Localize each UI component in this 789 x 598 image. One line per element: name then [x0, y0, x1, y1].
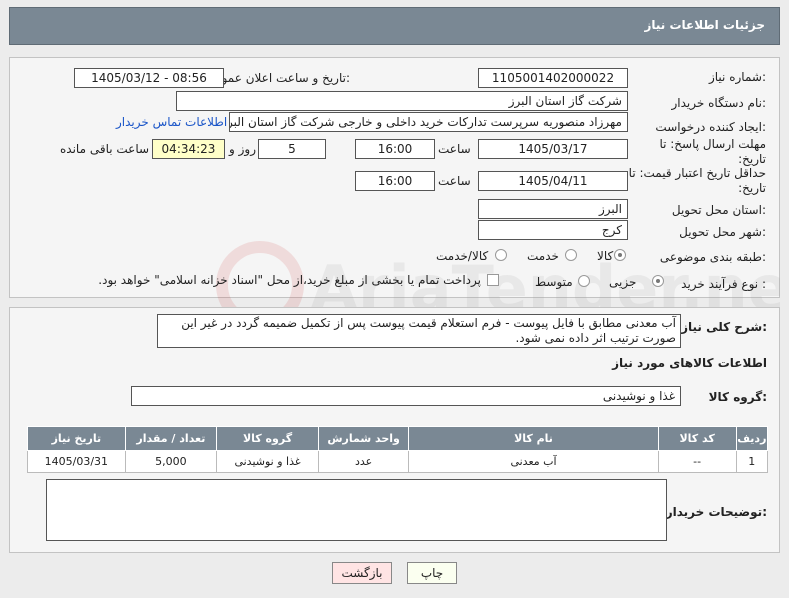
validity-time-field: 16:00 — [355, 171, 435, 191]
validity-time-label: ساعت — [438, 174, 471, 188]
creator-label: ایجاد کننده درخواست: — [655, 120, 766, 134]
reply-time-label: ساعت — [438, 142, 471, 156]
cell-goods-name: آب معدنی — [408, 450, 659, 473]
buyer-notes-textarea[interactable] — [46, 479, 667, 541]
category-label: طبقه بندی موضوعی: — [659, 250, 766, 264]
need-number-label: شماره نیاز: — [708, 70, 766, 84]
need-number-field: 1105001402000022 — [478, 68, 628, 88]
buyer-org-field: شرکت گاز استان البرز — [176, 91, 628, 111]
col-goods-group: گروه کالا — [216, 426, 319, 451]
category-goods-radio[interactable] — [614, 249, 626, 261]
description-textarea[interactable]: آب معدنی مطابق با فایل پیوست - فرم استعل… — [157, 314, 681, 348]
col-quantity: تعداد / مقدار — [124, 426, 218, 451]
col-goods-code: کد کالا — [657, 426, 737, 451]
purchase-small-label: جزیی — [609, 275, 637, 289]
goods-group-field: غذا و نوشیدنی — [131, 386, 681, 406]
time-remaining-field: 04:34:23 — [152, 139, 225, 159]
reply-deadline-label: مهلت ارسال پاسخ: تا تاریخ: — [659, 137, 766, 166]
days-remaining-field: 5 — [258, 139, 326, 159]
creator-field: مهرزاد منصوریه سرپرست تدارکات خرید داخلی… — [229, 112, 628, 132]
category-goods-label: کالا — [597, 249, 614, 263]
goods-table: ردیف کد کالا نام کالا واحد شمارش گروه کا… — [27, 426, 769, 473]
category-goods-service-radio[interactable] — [495, 249, 507, 261]
announce-date-field: 1405/03/12 - 08:56 — [74, 68, 224, 88]
buyer-notes-label: توضیحات خریدار: — [665, 505, 767, 519]
validity-date-field: 1405/04/11 — [478, 171, 628, 191]
announce-date-label: تاریخ و ساعت اعلان عمومی: — [205, 71, 350, 85]
goods-group-label: گروه کالا: — [708, 390, 767, 404]
purchase-medium-radio[interactable] — [578, 275, 590, 287]
city-field: کرج — [478, 220, 628, 240]
goods-section-title: اطلاعات کالاهای مورد نیاز — [612, 356, 767, 370]
purchase-type-label: نوع فرآیند خرید : — [681, 277, 766, 291]
cell-goods-code: -- — [657, 450, 737, 473]
treasury-payment-checkbox[interactable] — [487, 274, 499, 286]
reply-time-field: 16:00 — [355, 139, 435, 159]
goods-table-header: ردیف کد کالا نام کالا واحد شمارش گروه کا… — [27, 426, 769, 451]
cell-unit: عدد — [317, 450, 410, 473]
purchase-medium-label: متوسط — [535, 275, 573, 289]
col-unit: واحد شمارش — [317, 426, 410, 451]
page-title: جزئیات اطلاعات نیاز — [644, 18, 765, 32]
province-label: استان محل تحویل: — [671, 203, 766, 217]
back-button[interactable]: بازگشت — [332, 562, 392, 584]
days-label: روز و — [229, 142, 256, 156]
col-row-number: ردیف — [735, 426, 769, 451]
reply-date-field: 1405/03/17 — [478, 139, 628, 159]
col-need-date: تاریخ نیاز — [27, 426, 126, 451]
category-goods-service-label: کالا/خدمت — [436, 249, 489, 263]
buyer-org-label: نام دستگاه خریدار: — [671, 96, 767, 110]
cell-row-number: 1 — [735, 450, 769, 473]
buyer-contact-link[interactable]: اطلاعات تماس خریدار — [116, 115, 227, 129]
category-service-label: خدمت — [527, 249, 559, 263]
time-remaining-label: ساعت باقی مانده — [60, 142, 150, 156]
city-label: شهر محل تحویل: — [679, 225, 766, 239]
col-goods-name: نام کالا — [408, 426, 659, 451]
cell-quantity: 5,000 — [124, 450, 218, 473]
province-field: البرز — [478, 199, 628, 219]
cell-need-date: 1405/03/31 — [27, 450, 126, 473]
table-row: 1 -- آب معدنی عدد غذا و نوشیدنی 5,000 14… — [27, 450, 769, 473]
price-validity-label: حداقل تاریخ اعتبار قیمت: تا تاریخ: — [628, 166, 766, 195]
page-header: جزئیات اطلاعات نیاز — [9, 7, 780, 45]
purchase-small-radio[interactable] — [652, 275, 664, 287]
treasury-payment-label: پرداخت تمام یا بخشی از مبلغ خرید،از محل … — [98, 273, 481, 287]
description-label: شرح کلی نیاز: — [681, 320, 767, 334]
category-service-radio[interactable] — [565, 249, 577, 261]
cell-goods-group: غذا و نوشیدنی — [216, 450, 319, 473]
print-button[interactable]: چاپ — [407, 562, 457, 584]
